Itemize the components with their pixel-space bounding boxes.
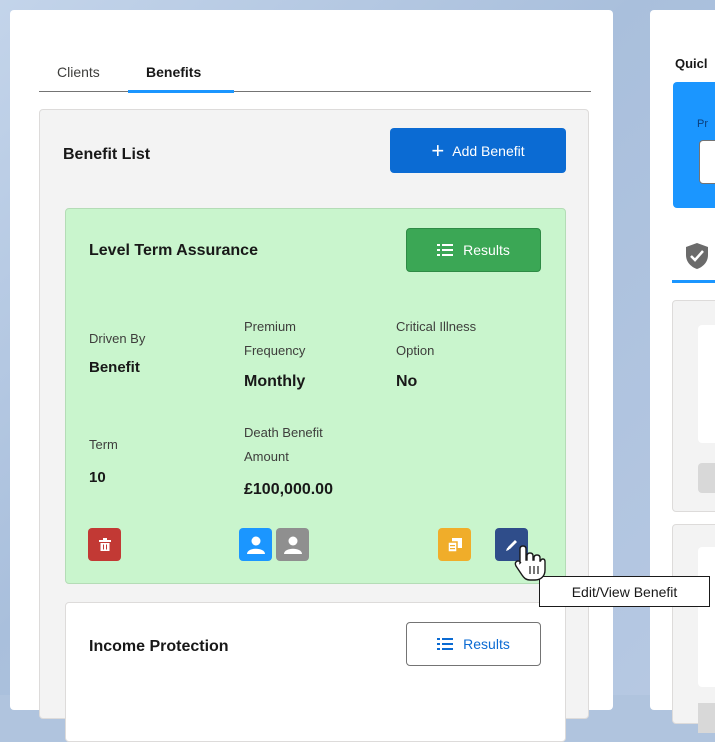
death-benefit-label-1: Death Benefit: [244, 425, 323, 440]
right-card-button[interactable]: [698, 463, 715, 493]
hand-cursor-icon: [514, 545, 546, 581]
term-value: 10: [89, 469, 106, 486]
list-icon: [437, 244, 454, 256]
critical-illness-label-1: Critical Illness: [396, 319, 477, 334]
add-benefit-label: Add Benefit: [452, 142, 525, 159]
premium-frequency-label-2: Frequency: [244, 343, 306, 358]
results-button[interactable]: Results: [406, 622, 541, 666]
benefit-title: Income Protection: [89, 638, 229, 655]
quick-field-input[interactable]: [699, 140, 715, 184]
copy-icon: [447, 537, 462, 552]
right-card: [672, 524, 715, 733]
results-button[interactable]: Results: [406, 228, 541, 272]
results-label: Results: [463, 242, 510, 258]
right-card-button[interactable]: [698, 703, 715, 733]
trash-icon: [98, 538, 111, 551]
add-benefit-button[interactable]: + Add Benefit: [390, 128, 566, 173]
results-label: Results: [463, 636, 510, 652]
shield-icon: [686, 243, 708, 269]
copy-benefit-button[interactable]: [438, 528, 471, 561]
right-card: [672, 300, 715, 512]
right-tab-indicator: [672, 280, 715, 283]
edit-benefit-tooltip: Edit/View Benefit: [539, 576, 710, 607]
user-icon: [246, 536, 265, 554]
benefit-card-level-term: Level Term Assurance Results Driven By B…: [65, 208, 566, 584]
delete-benefit-button[interactable]: [88, 528, 121, 561]
death-benefit-label-2: Amount: [244, 449, 289, 464]
tab-clients[interactable]: Clients: [57, 64, 100, 80]
benefit-list-section: Benefit List + Add Benefit Level Term As…: [39, 109, 589, 742]
benefits-panel: Clients Benefits Benefit List + Add Bene…: [10, 10, 613, 742]
critical-illness-label-2: Option: [396, 343, 435, 358]
tab-benefits[interactable]: Benefits: [146, 64, 201, 80]
quick-field-label: Pr: [697, 118, 708, 130]
tab-bar: Clients Benefits: [39, 50, 591, 93]
premium-frequency-value: Monthly: [244, 373, 306, 390]
death-benefit-value: £100,000.00: [244, 481, 333, 498]
critical-illness-value: No: [396, 373, 418, 390]
list-icon: [437, 638, 454, 650]
active-tab-indicator: [128, 90, 234, 93]
driven-by-value: Benefit: [89, 359, 140, 376]
quick-panel-form: Pr: [673, 82, 715, 208]
quick-panel-title: Quicl: [675, 56, 708, 71]
client-one-button[interactable]: [239, 528, 272, 561]
plus-icon: +: [431, 137, 445, 163]
benefit-title: Level Term Assurance: [89, 242, 258, 259]
user-icon: [283, 536, 302, 554]
term-label: Term: [89, 437, 118, 452]
client-two-button[interactable]: [276, 528, 309, 561]
driven-by-label: Driven By: [89, 331, 146, 346]
benefit-list-title: Benefit List: [63, 146, 151, 163]
premium-frequency-label-1: Premium: [244, 319, 297, 334]
benefit-card-income-protection: Income Protection Results: [65, 602, 566, 742]
